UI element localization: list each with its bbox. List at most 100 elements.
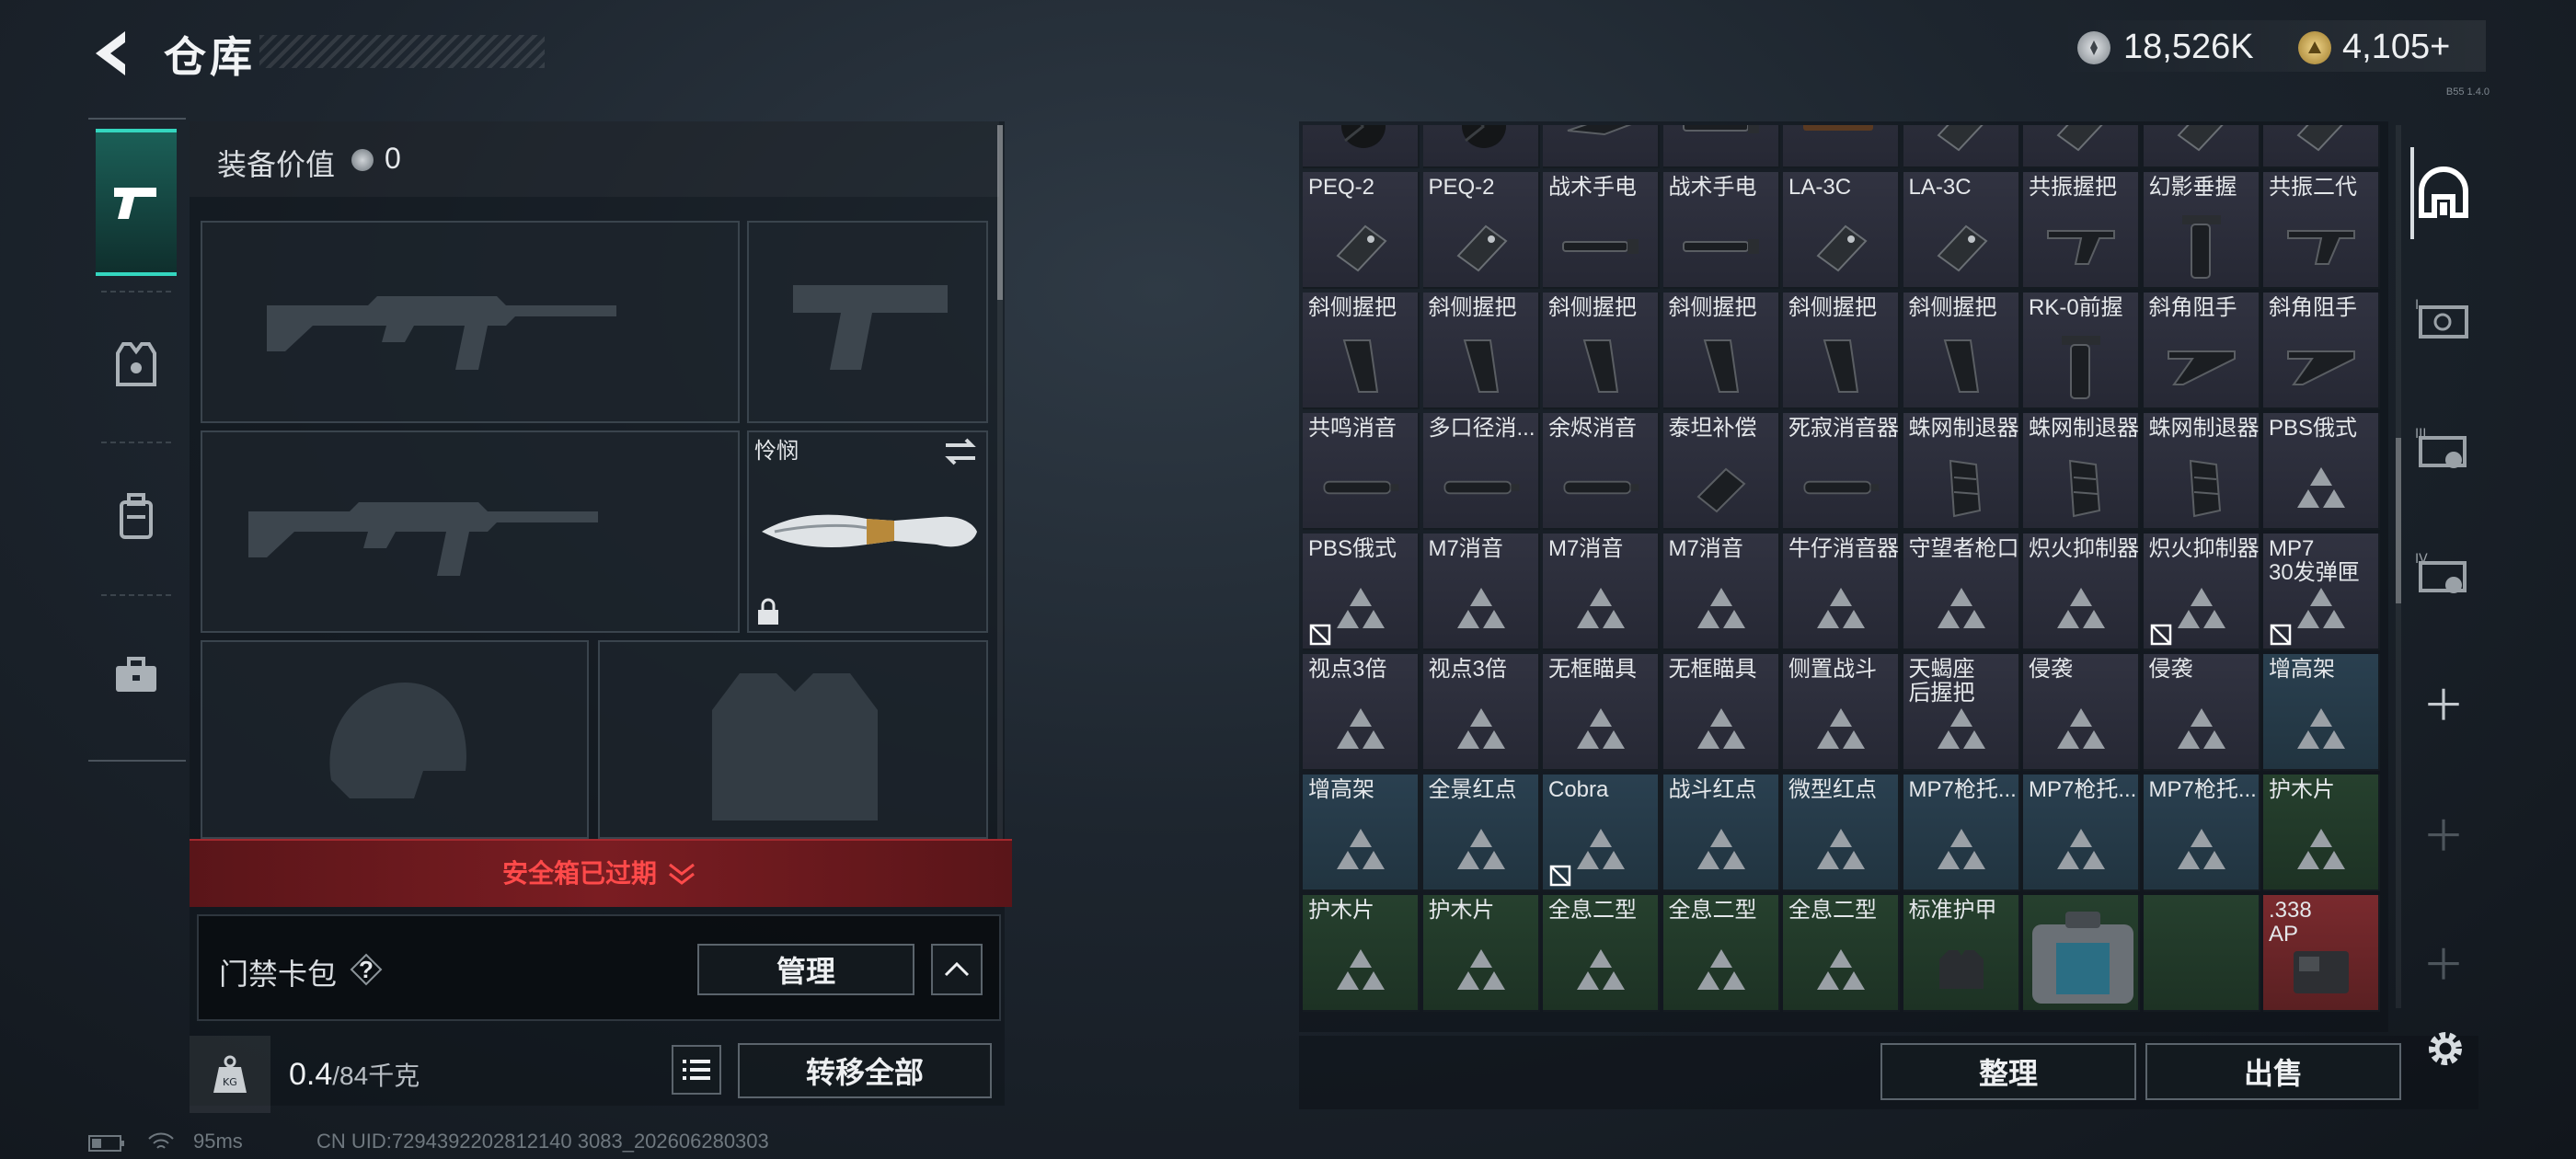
storage-item[interactable]: PEQ-2 bbox=[1422, 172, 1540, 289]
storage-item[interactable]: 增高架 bbox=[1303, 775, 1420, 891]
sidearm-slot[interactable] bbox=[747, 221, 988, 423]
storage-item[interactable]: PBS俄式 bbox=[2263, 413, 2380, 530]
storage-scroll-thumb[interactable] bbox=[2396, 438, 2401, 603]
storage-item[interactable]: PBS俄式 bbox=[1303, 534, 1420, 650]
storage-item[interactable]: M7消音 bbox=[1422, 534, 1540, 650]
back-button[interactable] bbox=[85, 26, 140, 81]
storage-item[interactable]: 增高架 bbox=[2263, 654, 2380, 771]
swap-icon[interactable] bbox=[942, 436, 979, 467]
storage-item[interactable]: 战术手电 bbox=[1543, 172, 1660, 289]
storage-item[interactable]: 蛛网制退器 bbox=[2143, 413, 2260, 530]
storage-item[interactable] bbox=[2143, 895, 2260, 1012]
help-icon[interactable]: ? bbox=[350, 953, 383, 986]
storage-item[interactable]: 共振握把 bbox=[2023, 172, 2140, 289]
storage-item[interactable] bbox=[2023, 895, 2140, 1012]
storage-item[interactable]: 死寂消音器 bbox=[1783, 413, 1900, 530]
storage-item[interactable]: 斜角阻手 bbox=[2143, 293, 2260, 409]
storage-item[interactable]: PEQ-2 bbox=[2143, 125, 2260, 168]
sell-button[interactable]: 出售 bbox=[2145, 1043, 2401, 1100]
storage-item[interactable]: 战术手电 bbox=[1662, 172, 1780, 289]
storage-item[interactable]: Cobra bbox=[1543, 775, 1660, 891]
storage-item[interactable]: 护木片 bbox=[1422, 895, 1540, 1012]
storage-item[interactable]: 侧置战斗 bbox=[1783, 654, 1900, 771]
storage-item[interactable]: 蛛网制退器 bbox=[2023, 413, 2140, 530]
secondary-weapon-slot[interactable] bbox=[201, 430, 740, 633]
tab-backpack[interactable] bbox=[96, 443, 177, 591]
settings-button[interactable] bbox=[2420, 1023, 2471, 1074]
tab-storage-3[interactable]: III bbox=[2409, 401, 2478, 493]
storage-item[interactable]: 视点3倍 bbox=[1422, 654, 1540, 771]
manage-button[interactable]: 管理 bbox=[697, 944, 914, 995]
tab-storage-all[interactable] bbox=[2409, 147, 2478, 239]
storage-item[interactable]: 斜侧握把 bbox=[1422, 293, 1540, 409]
tab-armor[interactable] bbox=[96, 291, 177, 438]
sort-button[interactable]: 整理 bbox=[1880, 1043, 2136, 1100]
primary-weapon-slot[interactable] bbox=[201, 221, 740, 423]
storage-item[interactable]: 斜侧握把 bbox=[1662, 293, 1780, 409]
storage-item[interactable]: MP7枪托... bbox=[2143, 775, 2260, 891]
storage-item[interactable]: 无框瞄具 bbox=[1543, 654, 1660, 771]
storage-item[interactable]: MP7枪托... bbox=[2023, 775, 2140, 891]
storage-item[interactable]: MP7 30发弹匣 bbox=[2263, 534, 2380, 650]
storage-item[interactable]: PEQ-2 bbox=[2263, 125, 2380, 168]
storage-item[interactable]: 护木片 bbox=[1303, 895, 1420, 1012]
storage-item[interactable]: 多口径消... bbox=[1422, 413, 1540, 530]
storage-item[interactable]: M7消音 bbox=[1662, 534, 1780, 650]
storage-item[interactable]: 战斗红点 bbox=[1662, 775, 1780, 891]
storage-item[interactable]: .338 AP bbox=[2263, 895, 2380, 1012]
storage-item[interactable]: 干侧瞄座 bbox=[1543, 125, 1660, 168]
body-armor-slot[interactable] bbox=[598, 640, 988, 839]
gold-balance[interactable]: 4,105+ bbox=[2342, 28, 2450, 67]
storage-item[interactable]: MP7枪托... bbox=[1903, 775, 2020, 891]
storage-item[interactable]: 炽火抑制器 bbox=[2023, 534, 2140, 650]
storage-item[interactable]: 斜侧握把 bbox=[1783, 293, 1900, 409]
storage-item[interactable]: 侵袭 bbox=[2023, 654, 2140, 771]
storage-item[interactable]: 天蝎座 后握把 bbox=[1903, 654, 2020, 771]
collapse-button[interactable] bbox=[931, 944, 983, 995]
storage-item[interactable]: RK-0前握 bbox=[2023, 293, 2140, 409]
tab-storage-4[interactable]: IV bbox=[2409, 526, 2478, 618]
list-view-button[interactable] bbox=[672, 1045, 721, 1095]
storage-item[interactable]: 无框瞄具 bbox=[1662, 654, 1780, 771]
storage-item[interactable]: PEQ-2 bbox=[1303, 172, 1420, 289]
storage-item[interactable]: 视点3倍 bbox=[1303, 654, 1420, 771]
storage-item[interactable]: 护木片 bbox=[2263, 775, 2380, 891]
add-storage-button[interactable]: ＋ bbox=[2409, 657, 2478, 749]
chevron-down-icon[interactable] bbox=[666, 861, 697, 887]
storage-item[interactable]: 全息二型 bbox=[1783, 895, 1900, 1012]
storage-item[interactable]: WARRIO... bbox=[1662, 125, 1780, 168]
equipment-scroll-thumb[interactable] bbox=[997, 125, 1003, 300]
storage-item[interactable]: 共鸣消音 bbox=[1303, 413, 1420, 530]
storage-item[interactable]: 斜侧握把 bbox=[1903, 293, 2020, 409]
storage-item[interactable]: 斜角阻手 bbox=[2263, 293, 2380, 409]
storage-item[interactable]: 泰坦补偿 bbox=[1662, 413, 1780, 530]
helmet-slot[interactable] bbox=[201, 640, 589, 839]
storage-item[interactable]: 守望者枪口 bbox=[1903, 534, 2020, 650]
storage-item[interactable]: 幻影垂握 bbox=[2143, 172, 2260, 289]
storage-item[interactable]: 标准护甲 bbox=[1903, 895, 2020, 1012]
transfer-all-button[interactable]: 转移全部 bbox=[738, 1043, 992, 1098]
storage-item[interactable]: 微型红点 bbox=[1783, 775, 1900, 891]
storage-item[interactable]: 超光束 bbox=[1303, 125, 1420, 168]
storage-item[interactable]: 超光束 bbox=[1422, 125, 1540, 168]
storage-item[interactable]: M7消音 bbox=[1543, 534, 1660, 650]
storage-item[interactable]: 斜侧握把 bbox=[1543, 293, 1660, 409]
storage-item[interactable]: 余烬消音 bbox=[1543, 413, 1660, 530]
storage-item[interactable]: 共振二代 bbox=[2263, 172, 2380, 289]
storage-item[interactable]: 全息二型 bbox=[1543, 895, 1660, 1012]
storage-item[interactable]: LA-3C bbox=[1783, 172, 1900, 289]
storage-item[interactable]: Oclin 3 bbox=[1783, 125, 1900, 168]
storage-item[interactable]: PEQ-1 bbox=[1903, 125, 2020, 168]
gold-coin-icon[interactable] bbox=[2298, 31, 2331, 64]
storage-item[interactable]: PEQ-2 bbox=[2023, 125, 2140, 168]
storage-item[interactable]: 炽火抑制器 bbox=[2143, 534, 2260, 650]
tab-case[interactable] bbox=[96, 602, 177, 749]
storage-item[interactable]: 全景红点 bbox=[1422, 775, 1540, 891]
tab-weapons[interactable] bbox=[96, 129, 177, 276]
storage-item[interactable]: 全息二型 bbox=[1662, 895, 1780, 1012]
storage-item[interactable]: 牛仔消音器 bbox=[1783, 534, 1900, 650]
storage-item[interactable]: LA-3C bbox=[1903, 172, 2020, 289]
tab-storage-1[interactable]: I bbox=[2409, 272, 2478, 364]
storage-item[interactable]: 侵袭 bbox=[2143, 654, 2260, 771]
storage-item[interactable]: 斜侧握把 bbox=[1303, 293, 1420, 409]
